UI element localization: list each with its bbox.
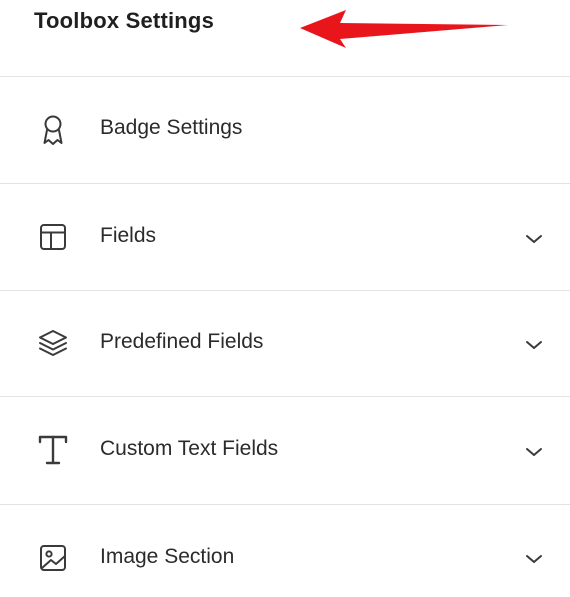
badge-ribbon-icon <box>36 113 70 147</box>
text-type-icon <box>36 433 70 467</box>
menu-item-label: Custom Text Fields <box>100 437 279 460</box>
menu-item-custom-text-fields[interactable]: Custom Text Fields <box>0 397 570 505</box>
stack-layers-icon <box>36 326 70 360</box>
page-title: Toolbox Settings <box>34 8 215 33</box>
toolbox-header: Toolbox Settings <box>0 0 570 77</box>
chevron-down-icon[interactable] <box>522 440 546 464</box>
menu-item-fields[interactable]: Fields <box>0 184 570 291</box>
menu-item-label: Badge Settings <box>100 116 243 139</box>
menu-item-badge-settings[interactable]: Badge Settings <box>0 77 570 184</box>
red-arrow-annotation <box>300 10 508 48</box>
layout-panel-icon <box>36 220 70 254</box>
menu-item-predefined-fields[interactable]: Predefined Fields <box>0 291 570 397</box>
chevron-down-icon[interactable] <box>522 547 546 571</box>
chevron-down-icon[interactable] <box>522 227 546 251</box>
image-icon <box>36 541 70 575</box>
menu-item-label: Predefined Fields <box>100 330 264 353</box>
chevron-down-icon[interactable] <box>522 333 546 357</box>
menu-item-image-section[interactable]: Image Section <box>0 505 570 597</box>
menu-item-label: Fields <box>100 224 157 247</box>
menu-item-label: Image Section <box>100 545 235 568</box>
